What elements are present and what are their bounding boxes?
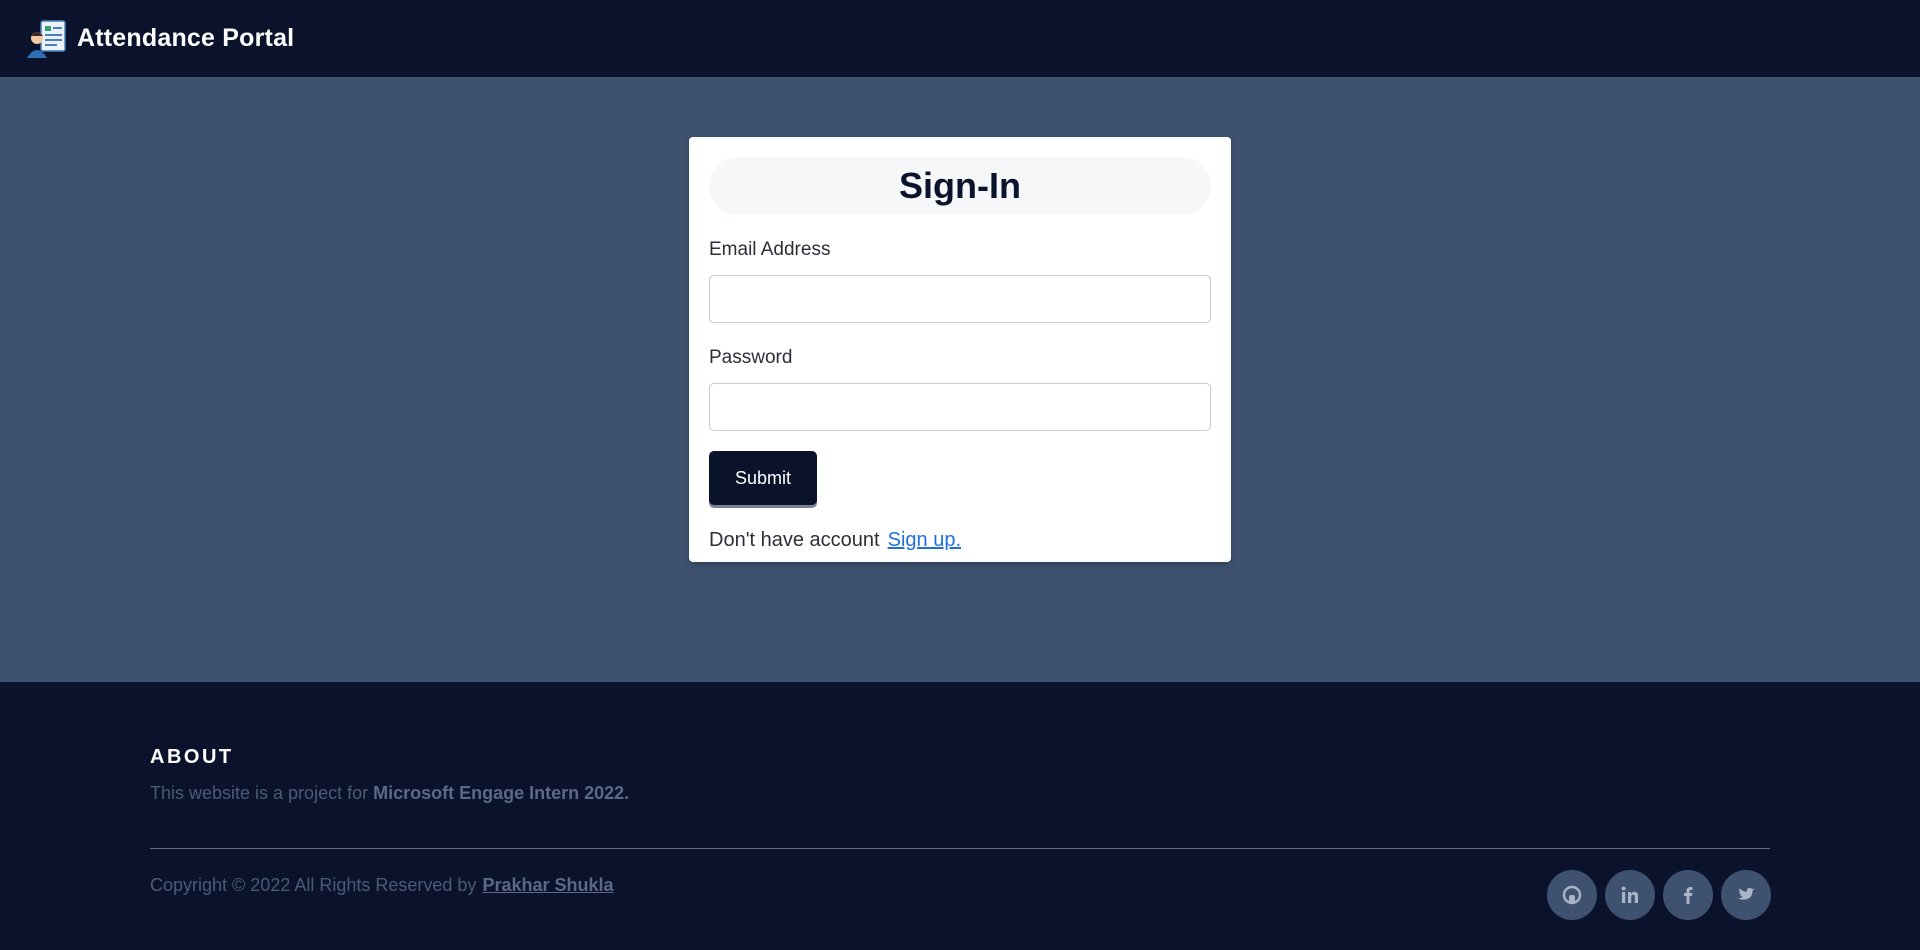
copyright: Copyright © 2022 All Rights Reserved by P…: [150, 875, 614, 896]
author-link[interactable]: Prakhar Shukla: [482, 875, 613, 895]
twitter-icon[interactable]: [1721, 870, 1771, 920]
github-icon[interactable]: [1547, 870, 1597, 920]
footer-divider: [150, 848, 1770, 849]
signin-title: Sign-In: [709, 157, 1211, 215]
email-label: Email Address: [709, 239, 831, 260]
no-account-text: Don't have account: [709, 529, 880, 551]
about-text: This website is a project for Microsoft …: [150, 783, 629, 804]
linkedin-icon[interactable]: [1605, 870, 1655, 920]
about-heading: ABOUT: [150, 746, 234, 768]
submit-button[interactable]: Submit: [709, 451, 817, 505]
brand-title[interactable]: Attendance Portal: [77, 24, 294, 53]
email-field[interactable]: [709, 275, 1211, 323]
footer: ABOUT This website is a project for Micr…: [0, 682, 1920, 950]
social-links: [1547, 870, 1771, 920]
password-field[interactable]: [709, 383, 1211, 431]
about-project-name: Microsoft Engage Intern 2022.: [373, 783, 630, 803]
signin-card: Sign-In Email Address Password Submit Do…: [689, 137, 1231, 562]
attendance-logo-icon[interactable]: [25, 18, 67, 60]
about-description: This website is a project for: [150, 783, 369, 803]
password-label: Password: [709, 347, 793, 368]
signup-link[interactable]: Sign up.: [888, 529, 961, 551]
facebook-icon[interactable]: [1663, 870, 1713, 920]
navbar: Attendance Portal: [0, 0, 1920, 77]
copyright-text: Copyright © 2022 All Rights Reserved by: [150, 875, 477, 895]
main-content: Sign-In Email Address Password Submit Do…: [0, 77, 1920, 682]
signup-prompt: Don't have account Sign up.: [709, 528, 1211, 552]
